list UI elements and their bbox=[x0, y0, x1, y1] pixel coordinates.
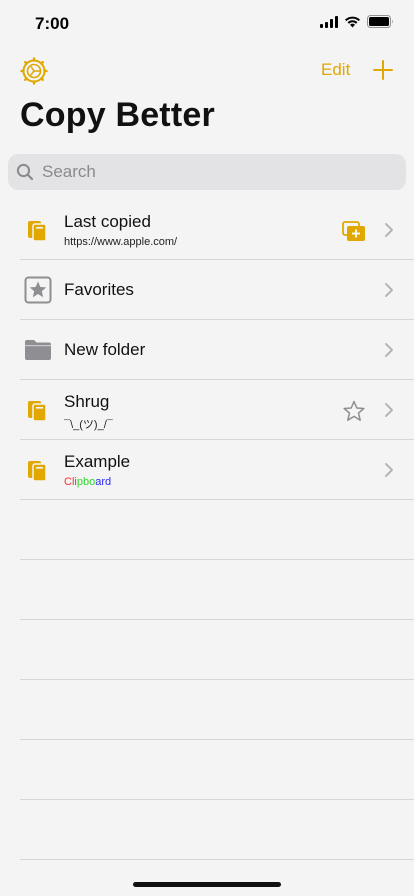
app-screen: 7:00 Edit Copy Better Search Last copied… bbox=[0, 0, 414, 896]
subtitle-part-green: pbo bbox=[76, 476, 96, 488]
subtitle-part-blue: ard bbox=[95, 476, 112, 488]
list-item-title: Favorites bbox=[64, 280, 134, 299]
home-indicator[interactable] bbox=[133, 882, 281, 887]
list-item-shrug[interactable]: Shrug ¯\_(ツ)_/¯ bbox=[20, 380, 414, 440]
list-item-title: Example bbox=[64, 452, 131, 471]
empty-row bbox=[20, 620, 414, 680]
edit-button[interactable]: Edit bbox=[321, 60, 350, 80]
nav-bar: Edit bbox=[0, 52, 414, 92]
empty-row bbox=[20, 740, 414, 800]
status-bar: 7:00 bbox=[0, 0, 414, 48]
subtitle-part-red: Cli bbox=[64, 476, 77, 488]
cellular-signal-icon bbox=[320, 15, 338, 28]
empty-row bbox=[20, 800, 414, 860]
empty-row bbox=[20, 500, 414, 560]
clipboard-icon bbox=[28, 221, 47, 242]
list-item-last-copied[interactable]: Last copied https://www.apple.com/ bbox=[20, 200, 414, 260]
search-icon bbox=[16, 163, 34, 181]
list-item-favorites[interactable]: Favorites bbox=[20, 260, 414, 320]
list-item-title: New folder bbox=[64, 340, 146, 359]
wifi-icon bbox=[345, 16, 360, 27]
list-item-new-folder[interactable]: New folder bbox=[20, 320, 414, 380]
star-square-icon bbox=[24, 276, 52, 304]
page-title: Copy Better bbox=[20, 96, 215, 134]
settings-gear-icon[interactable] bbox=[20, 57, 48, 85]
chevron-right-icon bbox=[385, 283, 393, 297]
folder-icon bbox=[25, 340, 51, 360]
list-item-title: Last copied bbox=[64, 212, 151, 231]
list-item-subtitle: ¯\_(ツ)_/¯ bbox=[64, 419, 113, 431]
status-icons bbox=[320, 15, 394, 28]
clipboard-icon bbox=[28, 401, 47, 422]
battery-icon bbox=[367, 15, 393, 28]
star-icon[interactable] bbox=[342, 400, 366, 422]
add-copy-icon[interactable] bbox=[342, 220, 366, 242]
add-plus-icon[interactable] bbox=[371, 58, 395, 82]
chevron-right-icon bbox=[385, 223, 393, 237]
list-item-title: Shrug bbox=[64, 392, 110, 411]
clipboard-icon bbox=[28, 461, 47, 482]
list-item-subtitle: https://www.apple.com/ bbox=[64, 236, 178, 248]
chevron-right-icon bbox=[385, 343, 393, 357]
list-item-subtitle: Clipboard bbox=[64, 476, 111, 488]
chevron-right-icon bbox=[385, 403, 393, 417]
chevron-right-icon bbox=[385, 463, 393, 477]
clipboard-list: Last copied https://www.apple.com/ Favor… bbox=[0, 200, 414, 860]
status-time: 7:00 bbox=[35, 14, 70, 33]
search-bar[interactable] bbox=[8, 154, 406, 190]
search-input[interactable] bbox=[40, 161, 384, 183]
empty-row bbox=[20, 560, 414, 620]
list-item-example[interactable]: Example Clipboard bbox=[20, 440, 414, 500]
empty-row bbox=[20, 680, 414, 740]
